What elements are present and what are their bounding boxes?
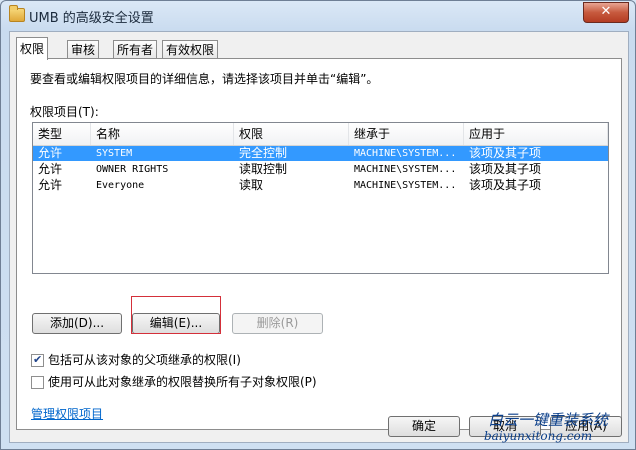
cell-type: 允许 [38,178,63,192]
list-header: 类型 名称 权限 继承于 应用于 [33,123,608,146]
permissions-panel: 要查看或编辑权限项目的详细信息，请选择该项目并单击“编辑”。 权限项目(T): … [16,58,622,430]
table-row[interactable]: 允许 SYSTEM 完全控制 MACHINE\SYSTEM... 该项及其子项 [33,146,608,161]
dialog-client: 权限 审核 所有者 有效权限 要查看或编辑权限项目的详细信息，请选择该项目并单击… [9,31,629,443]
cell-name: OWNER RIGHTS [96,164,169,175]
cell-permission: 读取控制 [239,162,288,176]
cell-permission: 完全控制 [239,146,288,160]
cell-type: 允许 [38,162,63,176]
column-header-name[interactable]: 名称 [91,123,234,145]
replace-child-permissions-checkbox[interactable] [31,376,44,389]
ok-button[interactable]: 确定 [388,416,460,437]
cell-inherited-from: MACHINE\SYSTEM... [354,164,457,175]
include-inheritable-checkbox[interactable]: ✔ [31,353,44,367]
cell-applies-to: 该项及其子项 [469,178,542,192]
tab-auditing[interactable]: 审核 [67,40,100,59]
cell-name: SYSTEM [96,148,133,159]
cell-permission: 读取 [239,178,264,192]
cell-applies-to: 该项及其子项 [469,162,542,176]
dialog-window: UMB 的高级安全设置 ✕ 权限 审核 所有者 有效权限 要查看或编辑权限项目的… [0,0,636,450]
checkmark-icon: ✔ [33,353,43,366]
folder-icon [9,5,25,22]
cell-name: Everyone [96,180,145,191]
include-inheritable-label: 包括可从该对象的父项继承的权限(I) [48,353,241,367]
cell-inherited-from: MACHINE\SYSTEM... [354,180,457,191]
column-header-applies-to[interactable]: 应用于 [464,123,608,145]
close-button[interactable]: ✕ [583,2,629,23]
title-bar[interactable]: UMB 的高级安全设置 ✕ [1,1,635,31]
add-button[interactable]: 添加(D)... [32,313,122,334]
window-title: UMB 的高级安全设置 [29,11,154,26]
highlight-annotation-box [131,296,221,334]
remove-button[interactable]: 删除(R) [232,313,323,334]
cell-inherited-from: MACHINE\SYSTEM... [354,148,457,159]
permission-entries-list[interactable]: 类型 名称 权限 继承于 应用于 允许 SYSTEM 完全控制 MACHINE\… [32,122,609,274]
tab-effective-permissions[interactable]: 有效权限 [162,40,219,59]
permission-entries-label: 权限项目(T): [30,105,99,119]
column-header-type[interactable]: 类型 [33,123,91,145]
manage-permission-entries-link[interactable]: 管理权限项目 [31,405,103,422]
cell-applies-to: 该项及其子项 [469,146,542,160]
tab-owner[interactable]: 所有者 [113,40,158,59]
watermark-text: 白云一键重装系统 [488,411,609,429]
table-row[interactable]: 允许 Everyone 读取 MACHINE\SYSTEM... 该项及其子项 [33,178,608,193]
column-header-inherited-from[interactable]: 继承于 [349,123,464,145]
table-row[interactable]: 允许 OWNER RIGHTS 读取控制 MACHINE\SYSTEM... 该… [33,162,608,177]
cell-type: 允许 [38,146,63,160]
info-text: 要查看或编辑权限项目的详细信息，请选择该项目并单击“编辑”。 [30,72,379,86]
tab-permissions[interactable]: 权限 [16,37,49,60]
replace-child-permissions-label: 使用可从此对象继承的权限替换所有子对象权限(P) [48,375,317,389]
watermark-url: baiyunxitong.com [484,429,593,443]
column-header-permission[interactable]: 权限 [234,123,349,145]
